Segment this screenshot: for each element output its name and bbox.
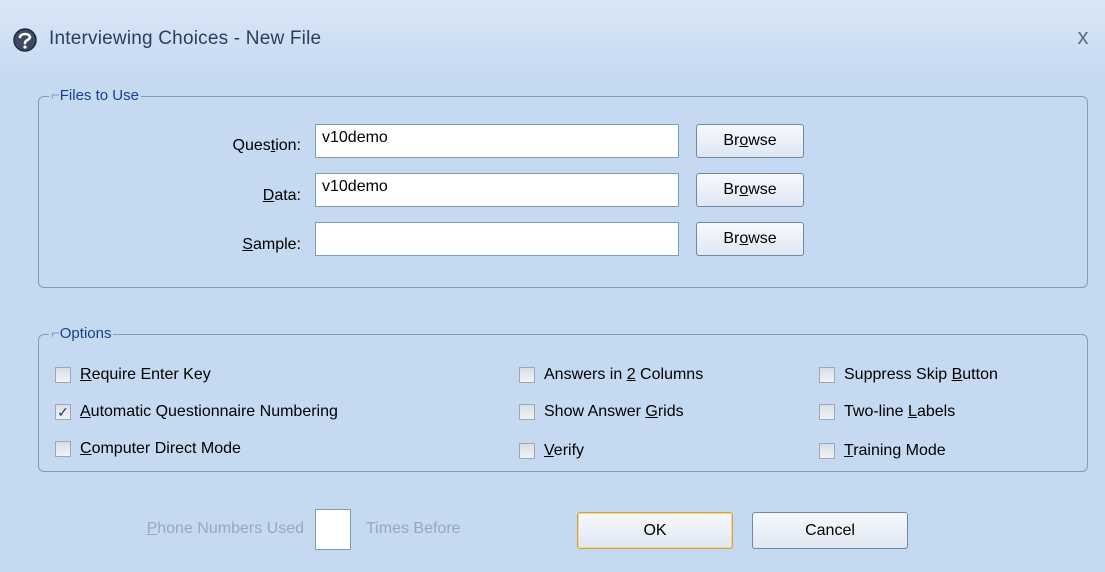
- checkbox-box[interactable]: [819, 367, 835, 383]
- ok-button[interactable]: OK: [577, 512, 733, 549]
- training-mode-checkbox[interactable]: Training Mode: [819, 440, 946, 462]
- question-browse-button[interactable]: Browse: [696, 124, 804, 158]
- times-before-input[interactable]: [315, 509, 351, 550]
- checkbox-box[interactable]: ✓: [55, 404, 71, 420]
- show-answer-grids-checkbox[interactable]: Show Answer Grids: [519, 401, 684, 423]
- sample-file-input[interactable]: [315, 222, 679, 256]
- times-before-label: Times Before: [366, 520, 461, 537]
- window-title: Interviewing Choices - New File: [49, 28, 322, 49]
- sample-browse-button[interactable]: Browse: [696, 222, 804, 256]
- verify-checkbox[interactable]: Verify: [519, 440, 584, 462]
- checkbox-box[interactable]: [819, 443, 835, 459]
- data-file-input[interactable]: v10demo: [315, 173, 679, 207]
- checkbox-box[interactable]: [55, 441, 71, 457]
- check-mark-icon: ✓: [57, 404, 69, 420]
- require-enter-key-checkbox[interactable]: Require Enter Key: [55, 364, 211, 386]
- computer-direct-mode-checkbox[interactable]: Computer Direct Mode: [55, 438, 241, 460]
- cancel-button[interactable]: Cancel: [752, 512, 908, 549]
- data-browse-button[interactable]: Browse: [696, 173, 804, 207]
- question-label: Question:: [232, 137, 302, 154]
- checkbox-box[interactable]: [819, 404, 835, 420]
- files-to-use-legend: ⌐Files to Use: [49, 87, 141, 104]
- checkbox-box[interactable]: [519, 367, 535, 383]
- answers-in-2-columns-checkbox[interactable]: Answers in 2 Columns: [519, 364, 703, 386]
- data-label: Data:: [262, 187, 301, 204]
- checkbox-box[interactable]: [55, 367, 71, 383]
- close-button[interactable]: x: [1070, 24, 1096, 50]
- automatic-questionnaire-numbering-checkbox[interactable]: ✓ Automatic Questionnaire Numbering: [55, 401, 338, 423]
- help-globe-icon: [13, 28, 37, 52]
- question-file-input[interactable]: v10demo: [315, 124, 679, 158]
- options-legend: ⌐Options: [49, 325, 114, 342]
- phone-numbers-used-label: Phone Numbers Used: [146, 520, 304, 537]
- checkbox-box[interactable]: [519, 443, 535, 459]
- close-icon: x: [1077, 24, 1089, 49]
- checkbox-box[interactable]: [519, 404, 535, 420]
- sample-label: Sample:: [242, 236, 301, 253]
- two-line-labels-checkbox[interactable]: Two-line Labels: [819, 401, 955, 423]
- suppress-skip-button-checkbox[interactable]: Suppress Skip Button: [819, 364, 998, 386]
- title-bar: Interviewing Choices - New File x: [0, 0, 1105, 77]
